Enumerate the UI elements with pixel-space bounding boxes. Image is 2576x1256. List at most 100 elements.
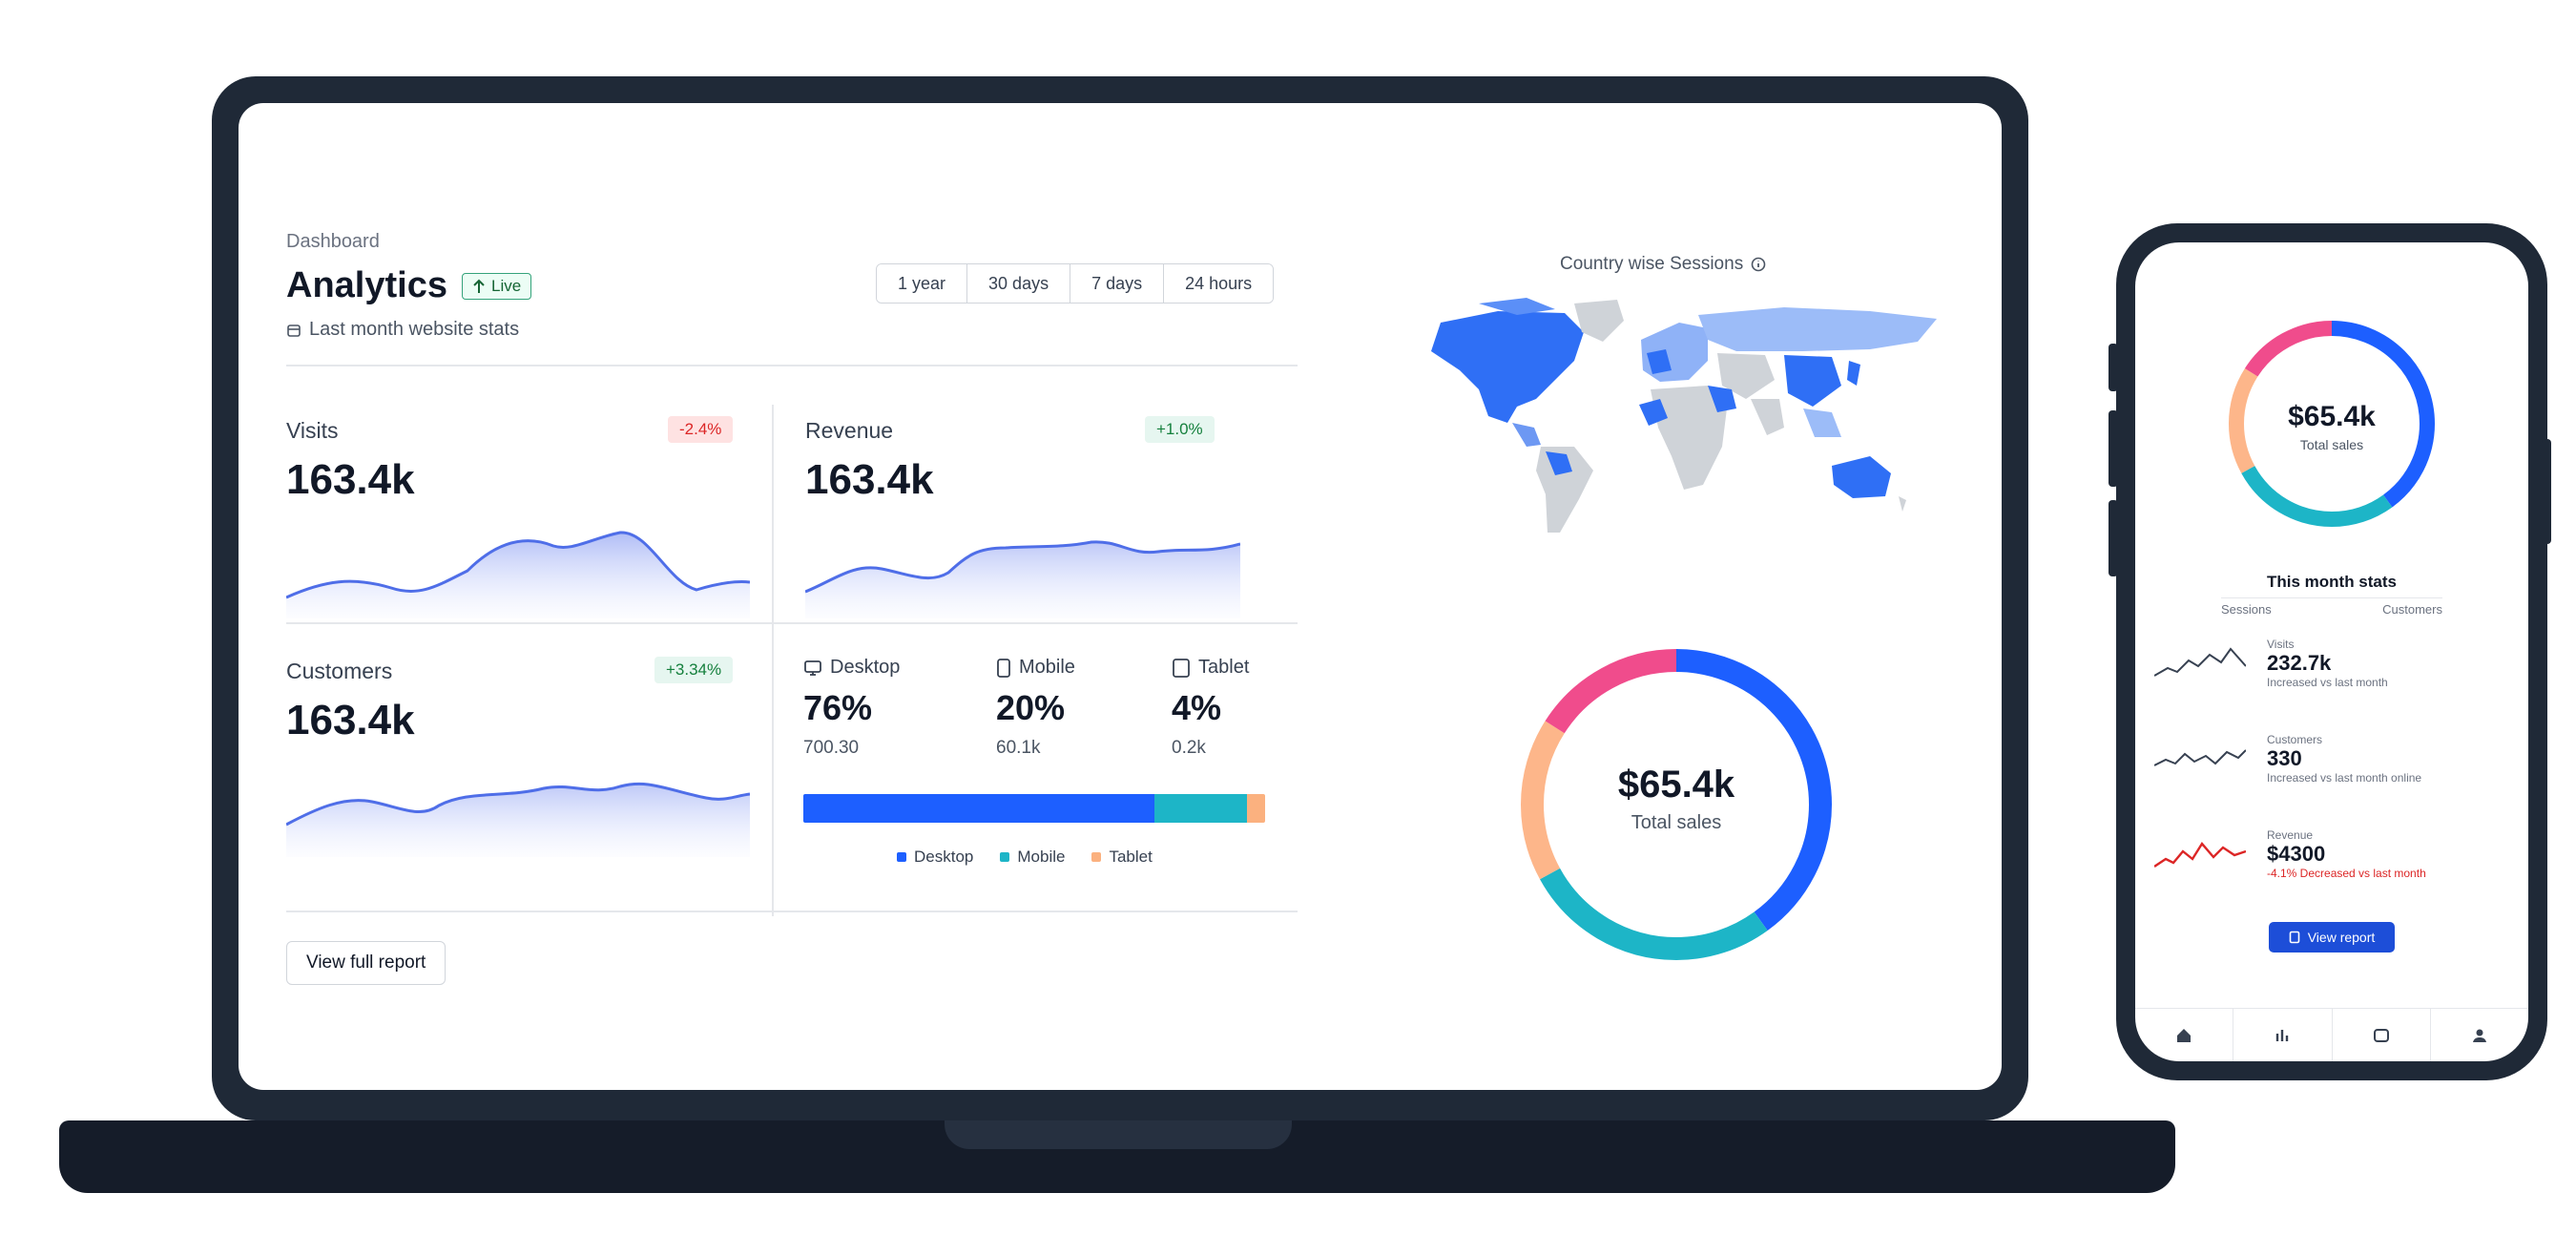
split-segment-mobile xyxy=(1153,794,1247,823)
phone-visits-value: 232.7k xyxy=(2267,651,2332,675)
device-desktop: Desktop 76% 700.30 xyxy=(803,657,900,759)
legend-desktop: Desktop xyxy=(897,848,973,867)
phone-visits-label: Visits xyxy=(2267,638,2295,651)
phone-row-revenue: Revenue $4300 -4.1% Decreased vs last mo… xyxy=(2267,828,2426,880)
desktop-count: 700.30 xyxy=(803,738,860,758)
phone-customers-sparkline xyxy=(2154,749,2246,766)
nav-profile[interactable] xyxy=(2431,1009,2528,1061)
phone-donut-value: $65.4k xyxy=(2288,401,2376,432)
laptop-notch xyxy=(945,1120,1292,1149)
customers-label: Customers xyxy=(286,659,393,683)
range-24-hours[interactable]: 24 hours xyxy=(1164,264,1274,303)
phone-tab-customers[interactable]: Customers xyxy=(2382,602,2442,617)
laptop-screen: Dashboard Analytics Live Last month webs… xyxy=(239,103,2002,1090)
customers-sparkline xyxy=(286,782,750,857)
map-region-south-asia xyxy=(1751,399,1784,435)
range-1-year[interactable]: 1 year xyxy=(877,264,968,303)
phone-row-visits: Visits 232.7k Increased vs last month xyxy=(2267,638,2388,689)
page-title: Analytics xyxy=(286,265,447,305)
range-30-days[interactable]: 30 days xyxy=(967,264,1071,303)
phone-visits-sparkline xyxy=(2154,647,2246,677)
breadcrumb: Dashboard xyxy=(286,231,380,252)
revenue-value: 163.4k xyxy=(805,456,934,503)
legend-tablet-swatch xyxy=(1091,852,1102,862)
phone-tab-sessions[interactable]: Sessions xyxy=(2221,602,2272,617)
home-icon xyxy=(2177,1028,2192,1042)
device-tablet: Tablet 4% 0.2k xyxy=(1172,657,1249,759)
desktop-label: Desktop xyxy=(830,657,901,678)
map-region-europe xyxy=(1641,323,1708,382)
desktop-heading: Desktop xyxy=(803,657,900,679)
tablet-icon xyxy=(1173,658,1190,678)
mobile-percent: 20% xyxy=(996,688,1066,727)
phone-donut-label: Total sales xyxy=(2299,437,2364,452)
map-title-text: Country wise Sessions xyxy=(1560,254,1744,274)
mobile-icon xyxy=(997,658,1010,678)
nav-devices[interactable] xyxy=(2333,1009,2431,1061)
split-segment-desktop xyxy=(803,794,1154,823)
tablet-count: 0.2k xyxy=(1172,738,1206,758)
map-region-canada-north xyxy=(1479,298,1555,315)
date-range-selector: 1 year 30 days 7 days 24 hours xyxy=(876,263,1275,304)
phone-power-button xyxy=(2542,439,2551,544)
phone-visits-meta: Increased vs last month xyxy=(2267,676,2388,689)
range-7-days[interactable]: 7 days xyxy=(1070,264,1165,303)
map-region-central-america xyxy=(1512,423,1541,447)
customers-change-badge: +3.34% xyxy=(654,657,734,683)
nav-analytics[interactable] xyxy=(2233,1009,2333,1061)
chart-icon xyxy=(2276,1029,2289,1041)
phone-section-title: This month stats xyxy=(2266,573,2397,591)
visits-change-badge: -2.4% xyxy=(668,416,734,443)
revenue-change-badge: +1.0% xyxy=(1145,416,1215,443)
donut-value: $65.4k xyxy=(1617,764,1735,806)
grid-divider-vertical xyxy=(772,405,774,916)
device-icon xyxy=(2373,1028,2389,1042)
phone-revenue-sparkline xyxy=(2154,841,2246,868)
phone-revenue-label: Revenue xyxy=(2267,828,2314,842)
map-region-new-zealand xyxy=(1899,496,1906,512)
phone-view-report-label: View report xyxy=(2307,930,2376,945)
arrow-up-icon xyxy=(473,279,485,293)
legend-desktop-label: Desktop xyxy=(914,848,974,866)
map-region-russia xyxy=(1698,307,1937,351)
phone-view-report-button[interactable]: View report xyxy=(2269,922,2395,952)
legend-mobile-swatch xyxy=(1000,852,1010,862)
donut-label: Total sales xyxy=(1631,812,1722,833)
phone-tabs: Sessions Customers xyxy=(2221,597,2442,617)
visits-sparkline xyxy=(286,531,750,618)
phone-screen: $65.4k Total sales This month stats Sess… xyxy=(2135,242,2528,1061)
phone-donut-center: $65.4k Total sales xyxy=(2217,401,2446,452)
world-map xyxy=(1431,298,1937,533)
phone-revenue-value: $4300 xyxy=(2267,842,2326,866)
tablet-percent: 4% xyxy=(1172,688,1222,727)
map-title: Country wise Sessions xyxy=(1560,254,1766,275)
donut-center: $65.4k Total sales xyxy=(1562,764,1791,834)
page-subtitle: Last month website stats xyxy=(286,319,519,341)
device-legend: Desktop Mobile Tablet xyxy=(897,848,1153,867)
legend-mobile-label: Mobile xyxy=(1017,848,1066,866)
phone-customers-label: Customers xyxy=(2267,733,2323,746)
header-divider xyxy=(286,365,1298,366)
phone-row-customers: Customers 330 Increased vs last month on… xyxy=(2267,733,2421,785)
mobile-label: Mobile xyxy=(1019,657,1075,678)
revenue-sparkline xyxy=(805,540,1240,618)
phone-side-button-top xyxy=(2109,344,2118,391)
tablet-label: Tablet xyxy=(1198,657,1250,678)
mobile-heading: Mobile xyxy=(996,657,1075,679)
view-full-report-button[interactable]: View full report xyxy=(286,941,447,985)
visits-label: Visits xyxy=(286,418,339,443)
nav-home[interactable] xyxy=(2135,1009,2234,1061)
phone-side-button-low xyxy=(2109,500,2118,576)
map-region-east-asia xyxy=(1784,355,1841,407)
map-region-japan xyxy=(1847,361,1860,386)
map-region-southeast-asia xyxy=(1803,408,1841,437)
legend-tablet: Tablet xyxy=(1091,848,1153,867)
live-badge-label: Live xyxy=(491,277,522,295)
legend-tablet-label: Tablet xyxy=(1109,848,1153,866)
customers-value: 163.4k xyxy=(286,697,415,743)
desktop-percent: 76% xyxy=(803,688,873,727)
document-icon xyxy=(2289,931,2300,944)
device-mobile: Mobile 20% 60.1k xyxy=(996,657,1075,759)
phone-revenue-meta: -4.1% Decreased vs last month xyxy=(2267,867,2426,880)
user-icon xyxy=(2472,1029,2486,1042)
